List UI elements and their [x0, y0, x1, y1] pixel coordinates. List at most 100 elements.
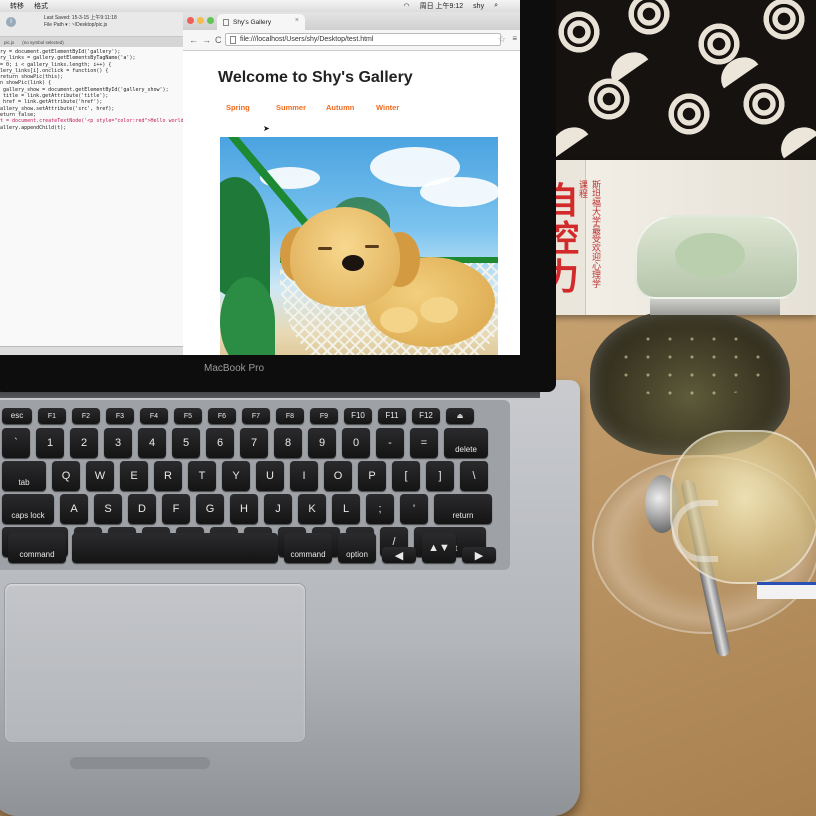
- key[interactable]: W: [86, 461, 114, 491]
- keyboard-q-row: tab Q W E R T Y U I O P[] \: [2, 461, 488, 491]
- key[interactable]: A: [60, 494, 88, 524]
- key[interactable]: ': [400, 494, 428, 524]
- key[interactable]: `: [2, 428, 30, 458]
- key-arrow-right[interactable]: ▶: [462, 547, 496, 563]
- gallery-link-winter[interactable]: Winter: [376, 103, 426, 112]
- key[interactable]: Q: [52, 461, 80, 491]
- key[interactable]: Y: [222, 461, 250, 491]
- gallery-link-autumn[interactable]: Autumn: [326, 103, 376, 112]
- close-window-icon[interactable]: [187, 17, 194, 24]
- laptop-front-notch: [70, 757, 210, 769]
- key[interactable]: 5: [172, 428, 200, 458]
- bookmark-star-icon[interactable]: ☆: [498, 34, 506, 45]
- key-arrow-up-down[interactable]: ▲▼: [422, 533, 456, 563]
- key[interactable]: -: [376, 428, 404, 458]
- key[interactable]: T: [188, 461, 216, 491]
- key[interactable]: G: [196, 494, 224, 524]
- key[interactable]: K: [298, 494, 326, 524]
- key[interactable]: F7: [242, 408, 270, 424]
- key[interactable]: 1: [36, 428, 64, 458]
- info-icon[interactable]: i: [6, 17, 16, 27]
- key[interactable]: F8: [276, 408, 304, 424]
- key[interactable]: U: [256, 461, 284, 491]
- browser-menu-icon[interactable]: ≡: [512, 34, 517, 43]
- key[interactable]: J: [264, 494, 292, 524]
- key-command-right[interactable]: command: [284, 533, 332, 563]
- key[interactable]: ⏏: [446, 408, 474, 424]
- mouse-cursor-icon: ➤: [263, 124, 270, 133]
- url-text: file:///localhost/Users/shy/Desktop/test…: [240, 36, 374, 43]
- key[interactable]: F: [162, 494, 190, 524]
- gallery-photo-puppy[interactable]: [220, 137, 498, 355]
- key[interactable]: H: [230, 494, 258, 524]
- tab-title: Shy's Gallery: [233, 18, 272, 26]
- gallery-link-summer[interactable]: Summer: [276, 103, 326, 112]
- key[interactable]: F1: [38, 408, 66, 424]
- key[interactable]: F2: [72, 408, 100, 424]
- key[interactable]: 9: [308, 428, 336, 458]
- key[interactable]: F9: [310, 408, 338, 424]
- key[interactable]: 4: [138, 428, 166, 458]
- wifi-icon[interactable]: ◠: [403, 2, 409, 10]
- key[interactable]: D: [128, 494, 156, 524]
- key[interactable]: 8: [274, 428, 302, 458]
- editor-file-tab[interactable]: pic.js: [4, 40, 14, 45]
- clock-text[interactable]: 周日 上午9:12: [420, 1, 464, 11]
- key[interactable]: ]: [426, 461, 454, 491]
- symbol-selector[interactable]: (no symbol selected): [22, 40, 64, 45]
- minimize-window-icon[interactable]: [197, 17, 204, 24]
- key[interactable]: \: [460, 461, 488, 491]
- key[interactable]: F6: [208, 408, 236, 424]
- key[interactable]: return: [434, 494, 492, 524]
- address-bar[interactable]: file:///localhost/Users/shy/Desktop/test…: [225, 33, 501, 46]
- key[interactable]: E: [120, 461, 148, 491]
- key[interactable]: F11: [378, 408, 406, 424]
- key[interactable]: esc: [2, 408, 32, 424]
- key[interactable]: F5: [174, 408, 202, 424]
- key[interactable]: 6: [206, 428, 234, 458]
- key-command-left[interactable]: command: [8, 533, 66, 563]
- trackpad[interactable]: [4, 583, 306, 743]
- key[interactable]: [: [392, 461, 420, 491]
- key[interactable]: R: [154, 461, 182, 491]
- key[interactable]: F4: [140, 408, 168, 424]
- file-path-text[interactable]: File Path ▾ : ~/Desktop/pic.js: [44, 22, 117, 29]
- code-line: allery.appendChild(t);: [0, 124, 67, 131]
- code-line: t = document.createTextNode('<p style="c…: [0, 118, 205, 125]
- user-name[interactable]: shy: [473, 3, 484, 10]
- menu-item[interactable]: 格式: [34, 1, 48, 11]
- key[interactable]: F3: [106, 408, 134, 424]
- window-controls: [187, 17, 214, 24]
- tea-bag-tag: [757, 582, 816, 599]
- key[interactable]: 3: [104, 428, 132, 458]
- key[interactable]: S: [94, 494, 122, 524]
- key[interactable]: delete: [444, 428, 488, 458]
- key-arrow-left[interactable]: ◀: [382, 547, 416, 563]
- browser-tab[interactable]: Shy's Gallery ×: [217, 14, 305, 30]
- key-space[interactable]: [72, 533, 278, 563]
- key[interactable]: F10: [344, 408, 372, 424]
- key[interactable]: F12: [412, 408, 440, 424]
- key[interactable]: tab: [2, 461, 46, 491]
- forward-button[interactable]: →: [202, 35, 211, 45]
- key[interactable]: ;: [366, 494, 394, 524]
- reload-button[interactable]: C: [215, 35, 222, 45]
- key[interactable]: caps lock: [2, 494, 54, 524]
- search-icon[interactable]: ⌕: [494, 2, 498, 10]
- code-area[interactable]: ry = document.getElementById('gallery');…: [0, 47, 205, 131]
- key[interactable]: L: [332, 494, 360, 524]
- maximize-window-icon[interactable]: [207, 17, 214, 24]
- menu-item[interactable]: 转移: [10, 1, 24, 11]
- key[interactable]: =: [410, 428, 438, 458]
- key[interactable]: 7: [240, 428, 268, 458]
- key[interactable]: I: [290, 461, 318, 491]
- key[interactable]: 2: [70, 428, 98, 458]
- back-button[interactable]: ←: [189, 35, 198, 45]
- gallery-link-spring[interactable]: Spring: [226, 103, 276, 112]
- keyboard-a-row: caps lock A S D F G H J K L; ' return: [2, 494, 492, 524]
- key[interactable]: O: [324, 461, 352, 491]
- key-option[interactable]: option: [338, 533, 376, 563]
- key[interactable]: 0: [342, 428, 370, 458]
- key[interactable]: P: [358, 461, 386, 491]
- tab-close-icon[interactable]: ×: [295, 17, 299, 24]
